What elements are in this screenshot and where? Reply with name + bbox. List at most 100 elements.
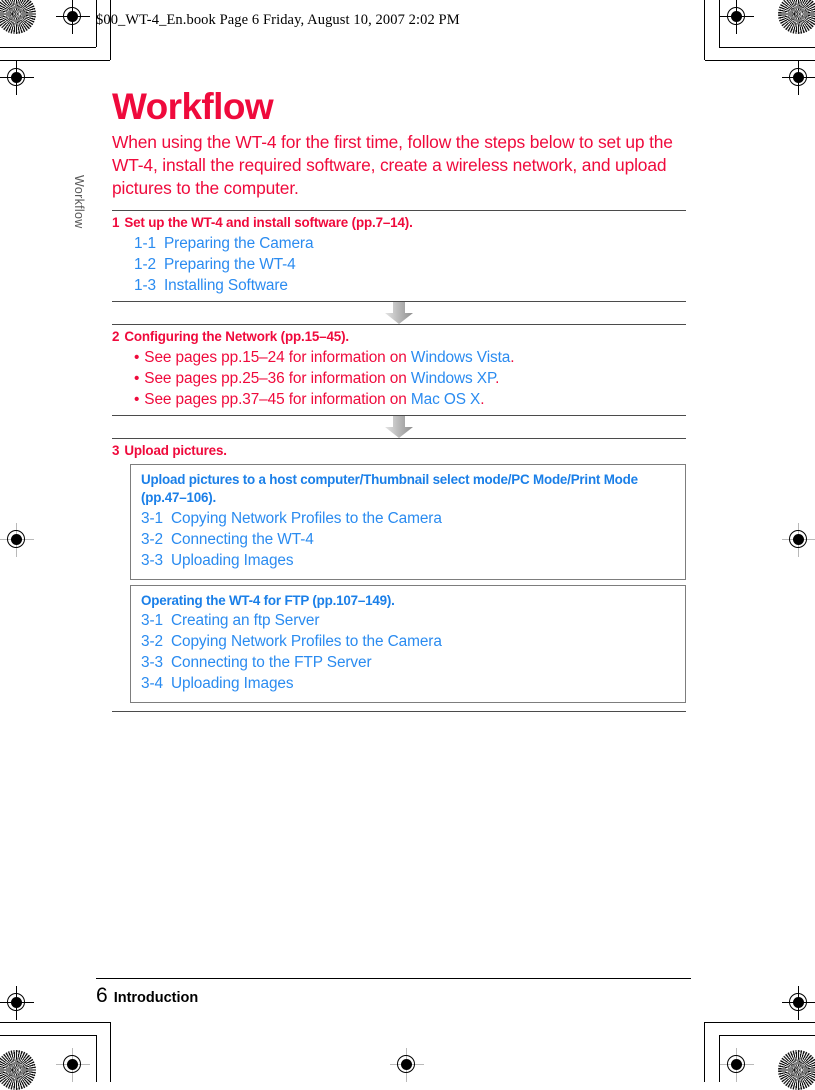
bullet-dot-icon: •: [134, 349, 140, 367]
workflow-step-1: 1 Set up the WT-4 and install software (p…: [112, 211, 686, 301]
book-file-header: $00_WT-4_En.book Page 6 Friday, August 1…: [96, 12, 460, 28]
box-item[interactable]: 3-4 Uploading Images: [141, 675, 675, 693]
crop-line: [0, 1035, 96, 1036]
crop-line: [719, 1035, 815, 1036]
step-3-heading: 3 Upload pictures.: [112, 443, 686, 458]
bullet-text: See pages pp.15–24 for information on: [144, 349, 411, 367]
footer-divider: [96, 978, 691, 979]
step-2-number: 2: [112, 329, 120, 345]
box-item-index: 3-2: [141, 530, 163, 548]
step-1-title: Set up the WT-4 and install software (pp…: [124, 215, 413, 231]
box-item[interactable]: 3-1 Creating an ftp Server: [141, 612, 675, 630]
footer-section-name: Introduction: [113, 990, 199, 1006]
crop-line: [704, 1022, 705, 1082]
step-3-number: 3: [112, 443, 120, 459]
box-item-label: Connecting the WT-4: [171, 530, 314, 548]
page-number: 6: [96, 984, 108, 1007]
crop-line: [110, 1022, 111, 1082]
step-1-item[interactable]: 1-1 Preparing the Camera: [134, 235, 686, 253]
crop-line: [96, 1035, 97, 1082]
crop-line: [719, 0, 720, 47]
crop-line: [704, 0, 705, 60]
page-footer: 6 Introduction: [96, 984, 198, 1008]
page-intro: When using the WT-4 for the first time, …: [112, 132, 673, 199]
arrow-down-icon: [385, 416, 413, 439]
crop-line: [719, 1035, 720, 1082]
box-item-label: Creating an ftp Server: [171, 612, 320, 630]
crop-line: [705, 60, 815, 61]
step-item-index: 1-2: [134, 256, 156, 274]
bullet-os-link[interactable]: Windows Vista: [411, 349, 510, 366]
step-2-bullet[interactable]: • See pages pp.15–24 for information on W…: [134, 349, 686, 367]
bullet-dot-icon: •: [134, 391, 140, 409]
step-item-index: 1-1: [134, 235, 156, 253]
color-swatch: [0, 1050, 36, 1090]
registration-mark: [720, 1048, 754, 1082]
flow-arrow-2-to-3: [112, 416, 686, 439]
registration-mark: [390, 1048, 424, 1082]
color-swatch: [0, 0, 36, 34]
workflow-step-2: 2 Configuring the Network (pp.15–45). • Se…: [112, 325, 686, 415]
bullet-text: See pages pp.37–45 for information on: [144, 391, 411, 409]
crop-line: [705, 1022, 815, 1023]
box-item-label: Uploading Images: [171, 675, 294, 693]
box-item[interactable]: 3-2 Copying Network Profiles to the Camer…: [141, 633, 675, 651]
bullet-text: See pages pp.25–36 for information on: [144, 370, 411, 388]
box-item[interactable]: 3-3 Uploading Images: [141, 552, 675, 570]
workflow-box-ftp: Operating the WT-4 for FTP (pp.107–149).…: [130, 584, 686, 704]
box-item-index: 3-1: [141, 612, 163, 630]
crop-line: [0, 47, 96, 48]
flow-arrow-1-to-2: [112, 302, 686, 325]
registration-mark: [0, 986, 34, 1020]
step-3-title: Upload pictures.: [124, 443, 227, 459]
crop-line: [0, 1022, 110, 1023]
box-item-index: 3-3: [141, 654, 163, 672]
arrow-down-icon: [385, 302, 413, 325]
bullet-os-link[interactable]: Mac OS X: [411, 391, 480, 408]
step-1-item[interactable]: 1-2 Preparing the WT-4: [134, 256, 686, 274]
workflow-box-host-computer: Upload pictures to a host computer/Thumb…: [130, 464, 686, 580]
box-item-label: Connecting to the FTP Server: [171, 654, 372, 672]
registration-mark: [782, 61, 815, 95]
box-item-index: 3-2: [141, 633, 163, 651]
section-divider: [112, 711, 686, 713]
box-title: Upload pictures to a host computer/Thumb…: [141, 472, 638, 506]
bullet-tail: .: [495, 370, 500, 388]
step-2-bullet[interactable]: • See pages pp.25–36 for information on W…: [134, 370, 686, 388]
page-title: Workflow: [112, 86, 274, 127]
box-title: Operating the WT-4 for FTP (pp.107–149).: [141, 592, 395, 608]
registration-mark: [720, 0, 754, 34]
bullet-dot-icon: •: [134, 370, 140, 388]
step-2-bullet[interactable]: • See pages pp.37–45 for information on M…: [134, 391, 686, 409]
step-item-label: Preparing the WT-4: [164, 256, 296, 274]
registration-mark: [0, 523, 34, 557]
crop-line: [0, 60, 110, 61]
box-item-index: 3-3: [141, 551, 163, 569]
step-item-label: Preparing the Camera: [164, 235, 314, 253]
step-1-heading: 1 Set up the WT-4 and install software (p…: [112, 215, 686, 230]
box-item-label: Copying Network Profiles to the Camera: [171, 509, 442, 527]
step-item-label: Installing Software: [164, 277, 288, 295]
color-swatch: [778, 0, 815, 34]
box-item[interactable]: 3-2 Connecting the WT-4: [141, 531, 675, 549]
color-swatch: [778, 1050, 815, 1090]
crop-line: [719, 47, 815, 48]
step-1-item[interactable]: 1-3 Installing Software: [134, 277, 686, 295]
box-item[interactable]: 3-1 Copying Network Profiles to the Camer…: [141, 510, 675, 528]
bullet-tail: .: [480, 391, 485, 409]
bullet-tail: .: [510, 349, 515, 367]
registration-mark: [782, 523, 815, 557]
box-item-index: 3-4: [141, 675, 163, 693]
crop-line: [110, 0, 111, 60]
registration-mark: [56, 0, 90, 34]
step-2-heading: 2 Configuring the Network (pp.15–45).: [112, 329, 686, 344]
box-item-index: 3-1: [141, 509, 163, 527]
page-content: Workflow When using the WT-4 for the fir…: [112, 86, 686, 713]
bullet-os-link[interactable]: Windows XP: [411, 370, 495, 387]
box-item[interactable]: 3-3 Connecting to the FTP Server: [141, 654, 675, 672]
box-item-label: Copying Network Profiles to the Camera: [171, 633, 442, 651]
box-item-label: Uploading Images: [171, 551, 294, 569]
workflow-step-3: 3 Upload pictures. Upload pictures to a h…: [112, 439, 686, 704]
registration-mark: [782, 986, 815, 1020]
step-item-index: 1-3: [134, 277, 156, 295]
